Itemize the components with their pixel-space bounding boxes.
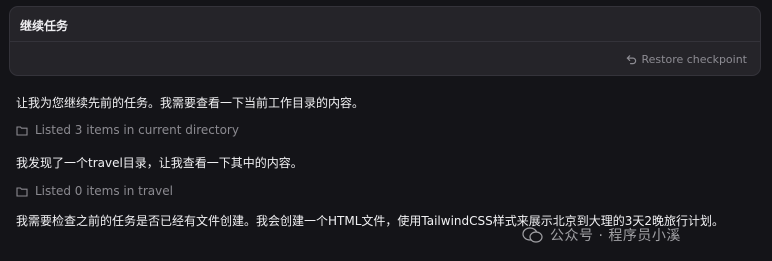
restore-checkpoint-label: Restore checkpoint xyxy=(641,53,748,66)
tool-call-list-travel[interactable]: Listed 0 items in travel xyxy=(16,184,173,198)
folder-icon xyxy=(16,186,28,197)
task-card: 继续任务 Restore checkpoint xyxy=(9,6,761,76)
card-divider xyxy=(10,41,760,42)
tool-call-list-directory[interactable]: Listed 3 items in current directory xyxy=(16,123,239,137)
watermark: 公众号 · 程序员小溪 xyxy=(522,225,681,245)
watermark-text: 公众号 · 程序员小溪 xyxy=(550,228,681,244)
assistant-message: 让我为您继续先前的任务。我需要查看一下当前工作目录的内容。 xyxy=(16,96,365,110)
restore-checkpoint-button[interactable]: Restore checkpoint xyxy=(626,53,748,66)
tool-call-label: Listed 0 items in travel xyxy=(35,184,173,198)
tool-call-label: Listed 3 items in current directory xyxy=(35,123,239,137)
wechat-logo-icon xyxy=(522,226,544,244)
folder-icon xyxy=(16,125,28,136)
assistant-message: 我发现了一个travel目录，让我查看一下其中的内容。 xyxy=(16,156,303,170)
undo-icon xyxy=(626,55,636,65)
task-title: 继续任务 xyxy=(20,19,69,33)
